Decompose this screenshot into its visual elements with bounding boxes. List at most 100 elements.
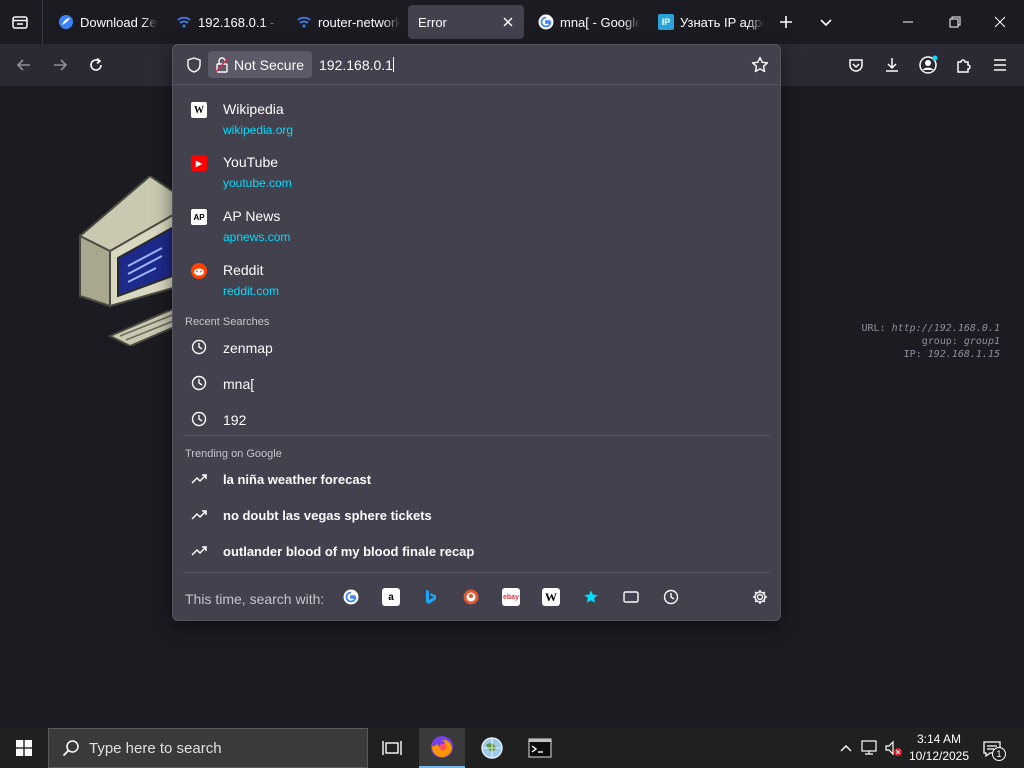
recent-search-item[interactable]: zenmap [173, 330, 780, 364]
ip-favicon-icon: IP [658, 14, 674, 30]
wikipedia-icon: W [191, 102, 207, 118]
url-line: URL: http://192.168.0.1 [861, 323, 1001, 334]
hamburger-menu-icon [994, 59, 1006, 71]
taskbar-search-placeholder: Type here to search [89, 739, 222, 757]
wifi-favicon-icon [176, 14, 192, 30]
minimize-button[interactable] [894, 8, 922, 36]
close-icon [994, 16, 1006, 28]
suggestion-reddit[interactable]: Reddit reddit.com [173, 256, 780, 308]
app-menu-button[interactable] [988, 53, 1012, 77]
urlbar-input-row[interactable]: Not Secure 192.168.0.1 [173, 45, 780, 85]
system-clock[interactable]: 3:14 AM 10/12/2025 [908, 731, 970, 765]
minimize-icon [903, 21, 913, 23]
recent-search-item[interactable]: mna[ [173, 366, 780, 400]
recent-searches-heading: Recent Searches [185, 316, 270, 328]
bookmarks-star-icon[interactable] [582, 588, 600, 606]
tab-title: Download Zen [80, 14, 158, 30]
account-button[interactable] [916, 53, 940, 77]
taskbar-terminal[interactable] [517, 728, 563, 768]
not-secure-badge[interactable]: Not Secure [208, 51, 313, 78]
pocket-icon [849, 59, 863, 72]
tracking-protection-button[interactable] [185, 56, 203, 74]
tab-google-search[interactable]: mna[ - Google [528, 5, 644, 39]
taskbar-zenmap[interactable] [469, 728, 515, 768]
volume-button[interactable] [884, 738, 904, 758]
new-tab-button[interactable] [774, 10, 798, 34]
amazon-engine-icon[interactable]: a [382, 588, 400, 606]
clock-date: 10/12/2025 [908, 749, 970, 763]
trending-item[interactable]: outlander blood of my blood finale recap [173, 534, 780, 568]
broken-lock-icon [214, 56, 230, 73]
pocket-button[interactable] [844, 53, 868, 77]
firefox-view-icon [12, 16, 28, 29]
list-all-tabs-button[interactable] [814, 10, 838, 34]
search-settings-gear-icon[interactable] [751, 588, 769, 606]
tabs-icon[interactable] [622, 588, 640, 606]
extensions-button[interactable] [952, 53, 976, 77]
tab-192-168-0-1[interactable]: 192.168.0.1 - L [166, 5, 284, 39]
tab-download-zen[interactable]: Download Zen [48, 5, 162, 39]
tab-router-network[interactable]: router-network [286, 5, 402, 39]
trending-text: no doubt las vegas sphere tickets [223, 508, 432, 523]
recent-search-text: zenmap [223, 340, 273, 356]
show-hidden-icons-button[interactable] [836, 738, 856, 758]
taskbar-search-box[interactable]: Type here to search [48, 728, 368, 768]
suggestion-youtube[interactable]: ▶ YouTube youtube.com [173, 148, 780, 200]
recent-search-item[interactable]: 192 [173, 402, 780, 436]
task-view-icon [382, 741, 402, 755]
suggestion-title: Reddit [223, 262, 264, 278]
windows-taskbar: Type here to search 3:14 AM 10/12/2025 1 [0, 728, 1024, 768]
tab-ip-lookup[interactable]: IP Узнать IP адре [648, 5, 768, 39]
arrow-right-icon [54, 59, 68, 71]
google-engine-icon[interactable] [342, 588, 360, 606]
urlbar-dropdown: Not Secure 192.168.0.1 W Wikipedia wikip… [172, 44, 781, 621]
tab-title: Узнать IP адре [680, 14, 764, 30]
error-details: URL: http://192.168.0.1 group: group1 IP… [862, 322, 1001, 361]
restore-button[interactable] [941, 8, 969, 36]
taskbar-firefox[interactable] [419, 728, 465, 768]
wifi-favicon-icon [296, 14, 312, 30]
restore-icon [949, 16, 961, 28]
trending-arrow-icon [191, 471, 207, 487]
clock-icon [191, 375, 207, 391]
history-clock-icon[interactable] [662, 588, 680, 606]
close-tab-icon[interactable] [500, 14, 516, 30]
forward-button[interactable] [48, 53, 72, 77]
wikipedia-engine-icon[interactable]: W [542, 588, 560, 606]
downloads-button[interactable] [880, 53, 904, 77]
download-icon [886, 58, 898, 72]
trending-item[interactable]: no doubt las vegas sphere tickets [173, 498, 780, 532]
firefox-icon [431, 736, 453, 758]
arrow-left-icon [16, 59, 30, 71]
trending-text: outlander blood of my blood finale recap [223, 544, 475, 559]
close-window-button[interactable] [986, 8, 1014, 36]
suggestion-title: AP News [223, 208, 281, 224]
task-view-button[interactable] [369, 728, 415, 768]
suggestion-wikipedia[interactable]: W Wikipedia wikipedia.org [173, 95, 780, 147]
suggestion-url: wikipedia.org [223, 123, 294, 137]
apnews-icon: AP [191, 209, 207, 225]
search-with-label: This time, search with: [185, 591, 325, 607]
clock-icon [191, 411, 207, 427]
volume-muted-icon [885, 740, 902, 756]
suggestion-url: apnews.com [223, 230, 291, 244]
tab-error[interactable]: Error [408, 5, 524, 39]
url-input[interactable]: 192.168.0.1 [319, 57, 394, 73]
trending-item[interactable]: la niña weather forecast [173, 462, 780, 496]
suggestion-apnews[interactable]: AP AP News apnews.com [173, 202, 780, 254]
zen-favicon-icon [58, 14, 74, 30]
start-button[interactable] [0, 728, 48, 768]
ip-line: IP: 192.168.1.15 [903, 349, 1000, 360]
recent-search-text: 192 [223, 412, 247, 428]
duckduckgo-engine-icon[interactable] [462, 588, 480, 606]
network-status-button[interactable] [860, 738, 880, 758]
bookmark-star-button[interactable] [750, 55, 770, 75]
ebay-engine-icon[interactable]: ebay [502, 588, 520, 606]
clock-icon [191, 339, 207, 355]
suggestion-url: reddit.com [223, 284, 280, 298]
group-line: group: group1 [921, 336, 1000, 347]
back-button[interactable] [12, 53, 36, 77]
firefox-view-button[interactable] [8, 10, 32, 34]
bing-engine-icon[interactable] [422, 588, 440, 606]
reload-button[interactable] [84, 53, 108, 77]
